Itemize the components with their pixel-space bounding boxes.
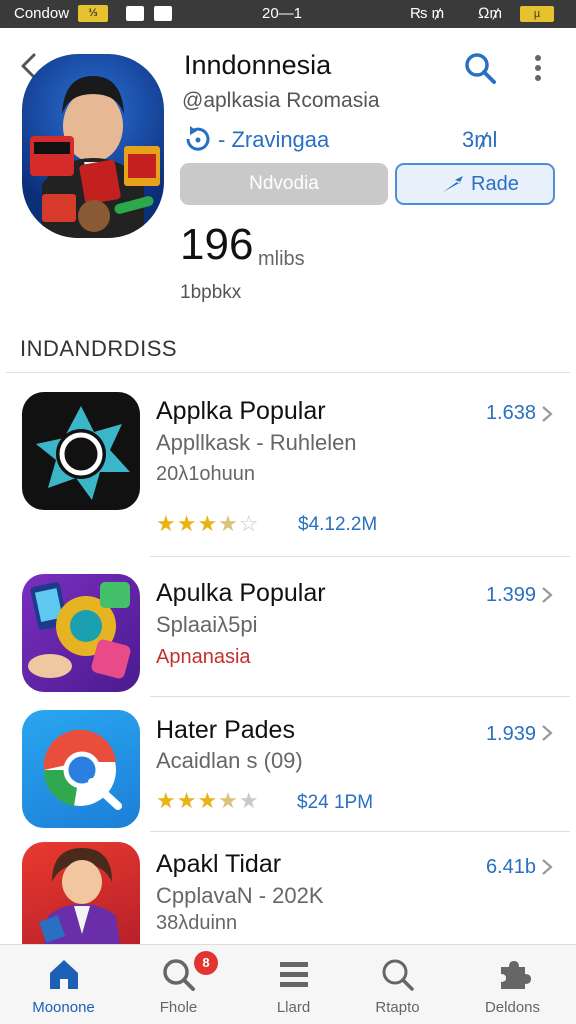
carrier-name: Condow: [14, 5, 70, 22]
notification-icon: [154, 6, 172, 21]
download-button[interactable]: Ndvodia: [180, 163, 388, 205]
nav-label: Moonone: [32, 999, 95, 1016]
list-item-subtitle: Acaidlan s (09): [156, 748, 303, 773]
list-item-subtitle: CpplavaN - 202K: [156, 883, 324, 908]
puzzle-icon: [501, 961, 531, 989]
download-unit: mlibs: [258, 248, 305, 270]
divider: [150, 556, 570, 557]
home-icon: [50, 960, 78, 989]
list-item-meta: 20λ1ohuun: [156, 463, 255, 485]
chevron-right-icon: [542, 859, 553, 875]
section-title: INDANDRDISS: [20, 336, 178, 361]
nav-item-explore[interactable]: Rtapto: [340, 945, 455, 1024]
app-list-icon: [22, 842, 140, 944]
notification-badge: 8: [194, 951, 218, 975]
divider: [6, 372, 570, 373]
app-developer[interactable]: @aplkasia Rcomasia: [182, 89, 380, 113]
app-list-icon: [22, 710, 140, 828]
list-icon: [280, 962, 308, 987]
app-icon: [22, 54, 164, 238]
notification-icon: [126, 6, 144, 21]
chevron-right-icon: [542, 725, 553, 741]
app-list-icon: [22, 392, 140, 510]
nav-label: Rtapto: [375, 999, 420, 1016]
developer-label[interactable]: - Zravingaa: [218, 127, 329, 153]
list-item-title: Applka Popular: [156, 397, 326, 425]
nav-label: Llard: [276, 999, 311, 1016]
developer-count: 3₥l: [462, 127, 498, 152]
list-item-price: $4.12.2M: [298, 514, 378, 535]
list-item-meta: Apnanasia: [156, 646, 251, 668]
more-options-icon[interactable]: [528, 50, 548, 86]
status-time: 20—1: [262, 5, 303, 22]
nav-item-list[interactable]: Llard: [236, 945, 351, 1024]
network-icon: Ω₥: [478, 5, 503, 22]
star-rating: ★★★★★: [156, 788, 260, 813]
app-title: Inndonnesia: [184, 50, 332, 80]
list-item-title: Hater Pades: [156, 716, 295, 744]
list-item-rating: 1.638: [485, 402, 536, 424]
chevron-right-icon: [542, 406, 553, 422]
rate-button-label: Rade: [471, 173, 519, 195]
sim-icon: ⅓: [78, 5, 108, 22]
search-icon[interactable]: [462, 50, 498, 86]
send-arrow-icon: [443, 176, 463, 192]
download-count: 196: [180, 220, 254, 269]
list-item-subtitle: Splaaiλ5pi: [156, 612, 258, 637]
divider: [150, 696, 570, 697]
nav-item-search[interactable]: Fhole: [121, 945, 236, 1024]
download-sublabel: 1bpbkx: [180, 282, 242, 303]
nav-item-extensions[interactable]: Deldons: [455, 945, 570, 1024]
list-item-title: Apulka Popular: [156, 579, 326, 607]
list-item-subtitle: Appllkask - Ruhlelen: [156, 430, 357, 455]
search-icon: [382, 959, 414, 991]
nav-label: Deldons: [484, 999, 541, 1016]
search-icon: [163, 959, 195, 991]
bottom-nav: Moonone Fhole 8 Llard Rtapto Deldons: [0, 944, 576, 1024]
nav-item-home[interactable]: Moonone: [6, 945, 121, 1024]
status-bar: Condow ⅓ 20—1 ₨ ₥ Ω₥ µ: [0, 0, 576, 28]
signal-icon: ₨ ₥: [410, 5, 445, 22]
list-item-rating: 6.41b: [485, 856, 536, 878]
divider: [150, 831, 570, 832]
chevron-right-icon: [542, 587, 553, 603]
nav-label: Fhole: [159, 999, 198, 1016]
list-item-price: $24 1PM: [297, 792, 374, 813]
list-item-meta: 38λduinn: [156, 912, 238, 934]
list-item-title: Apakl Tidar: [156, 850, 282, 878]
list-item-rating: 1.399: [485, 584, 536, 606]
app-list-icon: [22, 574, 140, 692]
rate-button[interactable]: Rade: [395, 163, 555, 205]
star-rating: ★★★★☆: [156, 511, 260, 536]
list-item-rating: 1.939: [485, 723, 536, 745]
battery-icon: µ: [520, 6, 554, 22]
developer-icon: [186, 126, 210, 151]
